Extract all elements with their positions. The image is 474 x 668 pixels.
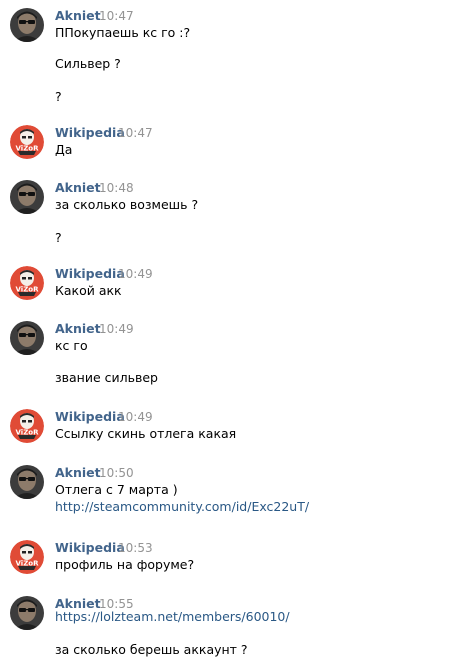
- message-item: ViZoR Wikipedia 10:49 Ссылку скинь отлега к…: [0, 409, 474, 469]
- author-name[interactable]: Wikipedia: [55, 540, 125, 556]
- message-text: за сколько берешь аккаунт ?: [55, 642, 248, 657]
- message-item: Akniet 10:49 кс го звание сильвер: [0, 321, 474, 385]
- message-text: ?: [55, 230, 62, 245]
- message-item: Akniet 10:55 https://lolzteam.net/members/…: [0, 596, 474, 657]
- message-item: Akniet 10:50 Отлега с 7 марта ) http://stea…: [0, 465, 474, 525]
- message-text: Ссылку скинь отлега какая: [55, 426, 237, 441]
- svg-text:ViZoR: ViZoR: [16, 145, 40, 153]
- author-name[interactable]: Wikipedia: [55, 125, 125, 141]
- message-time[interactable]: 10:49: [118, 266, 153, 282]
- message-link[interactable]: https://lolzteam.net/members/60010/: [55, 609, 290, 625]
- vizor-logo-avatar-icon[interactable]: ViZoR: [10, 266, 44, 300]
- message-time[interactable]: 10:47: [118, 125, 153, 141]
- message-text: Какой акк: [55, 283, 122, 298]
- message-text: Сильвер ?: [55, 56, 121, 71]
- message-text: звание сильвер: [55, 370, 158, 385]
- message-text: кс го: [55, 338, 88, 353]
- message-time[interactable]: 10:47: [99, 8, 134, 24]
- message-item: ViZoR Wikipedia 10:53 профиль на форуме?: [0, 540, 474, 600]
- author-name[interactable]: Akniet: [55, 8, 101, 24]
- person-avatar-icon[interactable]: [10, 8, 44, 42]
- message-time[interactable]: 10:49: [118, 409, 153, 425]
- person-avatar-icon[interactable]: [10, 465, 44, 499]
- message-text: Отлега с 7 марта ): [55, 482, 178, 497]
- message-text: ППокупаешь кс го :?: [55, 25, 191, 40]
- message-item: Akniet 10:47 ППокупаешь кс го :? Сильвер ??: [0, 8, 474, 104]
- message-text: ?: [55, 89, 62, 104]
- person-avatar-icon[interactable]: [10, 180, 44, 214]
- vizor-logo-avatar-icon[interactable]: ViZoR: [10, 540, 44, 574]
- person-avatar-icon[interactable]: [10, 596, 44, 630]
- message-text: за сколько возмешь ?: [55, 197, 199, 212]
- message-item: Akniet 10:48 за сколько возмешь ??: [0, 180, 474, 245]
- person-avatar-icon[interactable]: [10, 321, 44, 355]
- message-text: Да: [55, 142, 73, 157]
- message-time[interactable]: 10:53: [118, 540, 153, 556]
- author-name[interactable]: Akniet: [55, 180, 101, 196]
- author-name[interactable]: Wikipedia: [55, 409, 125, 425]
- message-time[interactable]: 10:50: [99, 465, 134, 481]
- vizor-logo-avatar-icon[interactable]: ViZoR: [10, 125, 44, 159]
- author-name[interactable]: Akniet: [55, 321, 101, 337]
- message-text: профиль на форуме?: [55, 557, 195, 572]
- message-link[interactable]: http://steamcommunity.com/id/Exc22uT/: [55, 499, 309, 515]
- svg-text:ViZoR: ViZoR: [16, 560, 40, 568]
- message-time[interactable]: 10:49: [99, 321, 134, 337]
- svg-text:ViZoR: ViZoR: [16, 429, 40, 437]
- message-item: ViZoR Wikipedia 10:47 Да: [0, 125, 474, 185]
- message-item: ViZoR Wikipedia 10:49 Какой акк: [0, 266, 474, 326]
- author-name[interactable]: Akniet: [55, 465, 101, 481]
- author-name[interactable]: Wikipedia: [55, 266, 125, 282]
- message-time[interactable]: 10:48: [99, 180, 134, 196]
- vizor-logo-avatar-icon[interactable]: ViZoR: [10, 409, 44, 443]
- svg-text:ViZoR: ViZoR: [16, 286, 40, 294]
